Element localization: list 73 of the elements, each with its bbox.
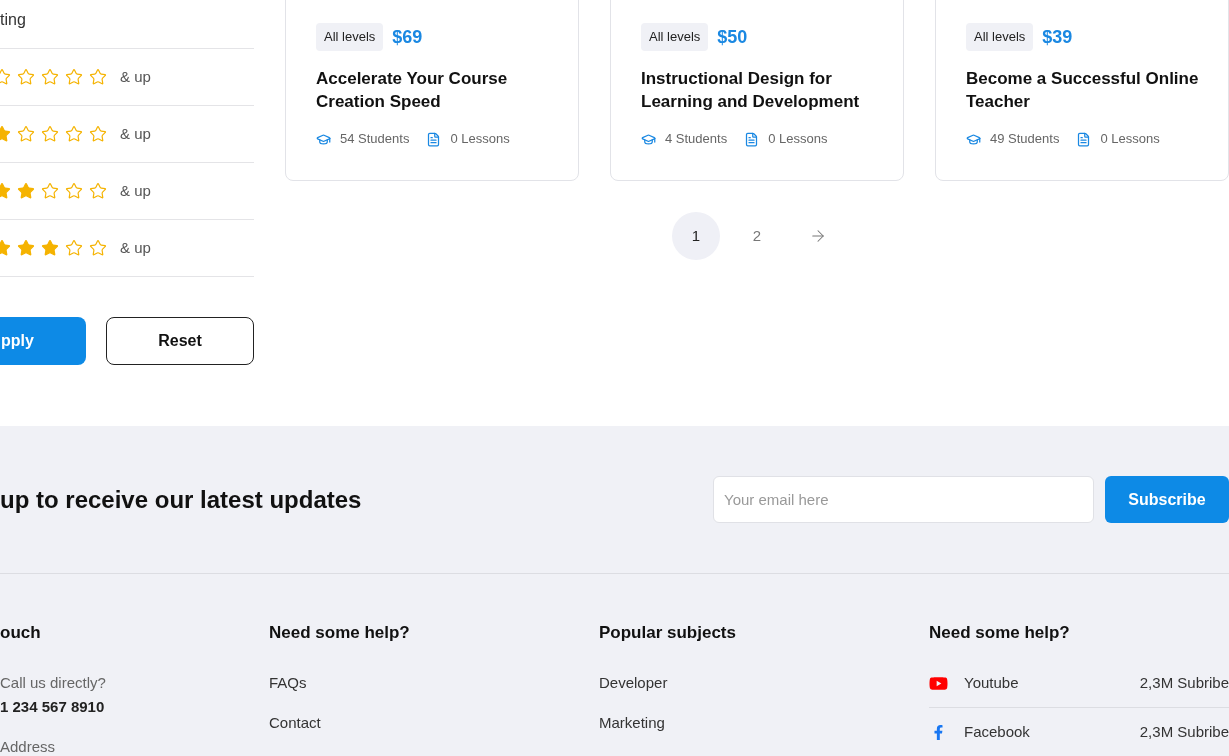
subscriber-count: 2,3M Subribe <box>1139 722 1229 743</box>
filter-heading: ting <box>0 11 26 28</box>
level-badge: All levels <box>316 23 384 51</box>
page-button[interactable]: 2 <box>733 212 781 260</box>
star-rating[interactable] <box>0 182 107 200</box>
footer-link[interactable]: Contact <box>269 711 321 735</box>
rating-label: & up <box>120 180 151 201</box>
rating-label: & up <box>120 237 151 258</box>
social-link[interactable]: Youtube <box>964 671 1019 695</box>
students-count: 54 Students <box>340 130 410 149</box>
reset-button[interactable]: Reset <box>106 317 254 365</box>
star-icon <box>17 125 35 143</box>
footer-link[interactable]: Marketing <box>599 711 665 735</box>
students-count: 4 Students <box>665 130 728 149</box>
document-icon <box>426 131 442 147</box>
students-count: 49 Students <box>990 130 1060 149</box>
lessons-count: 0 Lessons <box>1100 130 1160 149</box>
footer-link[interactable]: FAQs <box>269 671 307 695</box>
star-icon <box>17 182 35 200</box>
contact-label: Address <box>0 737 57 756</box>
star-icon <box>65 68 83 86</box>
lessons-count: 0 Lessons <box>768 130 828 149</box>
graduation-cap-icon <box>316 131 331 147</box>
page-button[interactable]: 1 <box>672 212 720 260</box>
rating-label: & up <box>120 66 151 87</box>
course-title[interactable]: Accelerate Your Course Creation Speed <box>316 67 556 113</box>
star-icon <box>65 239 83 257</box>
course-title[interactable]: Instructional Design for Learning and Development <box>641 67 881 113</box>
star-icon <box>89 68 107 86</box>
newsletter-heading: up to receive our latest updates <box>0 484 362 515</box>
course-price: $69 <box>392 25 423 49</box>
subscriber-count: 2,3M Subribe <box>1139 672 1229 693</box>
star-icon <box>41 125 59 143</box>
footer-link[interactable]: Developer <box>599 671 668 695</box>
lessons-count: 0 Lessons <box>450 130 510 149</box>
phone-number: 1 234 567 8910 <box>0 697 106 717</box>
star-icon <box>41 68 59 86</box>
level-badge: All levels <box>641 23 709 51</box>
document-icon <box>744 131 760 147</box>
footer-heading: Need some help? <box>269 622 411 644</box>
footer-heading: Need some help? <box>929 622 1071 644</box>
level-badge: All levels <box>966 23 1034 51</box>
star-rating[interactable] <box>0 239 107 257</box>
facebook-icon <box>931 725 946 740</box>
star-icon <box>89 125 107 143</box>
star-icon <box>17 239 35 257</box>
apply-button[interactable]: pply <box>0 317 86 365</box>
course-price: $50 <box>717 25 748 49</box>
social-link[interactable]: Facebook <box>964 721 1030 744</box>
footer-heading: ouch <box>0 622 42 644</box>
star-rating[interactable] <box>0 68 107 86</box>
course-price: $39 <box>1042 25 1073 49</box>
contact-label: Call us directly? <box>0 673 107 693</box>
arrow-right-icon <box>809 227 827 245</box>
star-icon <box>17 68 35 86</box>
email-field[interactable]: Your email here <box>713 476 1094 523</box>
graduation-cap-icon <box>641 131 656 147</box>
course-card[interactable]: All levels $50 Instructional Design for Learning and Development 4 Students 0 Lessons <box>610 0 904 181</box>
graduation-cap-icon <box>966 131 981 147</box>
course-card[interactable]: All levels $39 Become a Successful Online Teacher 49 Students 0 Lessons <box>935 0 1229 181</box>
star-icon <box>41 182 59 200</box>
star-icon <box>65 125 83 143</box>
star-rating[interactable] <box>0 125 107 143</box>
star-icon <box>41 239 59 257</box>
course-title[interactable]: Become a Successful Online Teacher <box>966 67 1206 113</box>
rating-label: & up <box>120 123 151 144</box>
star-icon <box>89 239 107 257</box>
subscribe-button[interactable]: Subscribe <box>1105 476 1229 523</box>
star-icon <box>89 182 107 200</box>
course-card[interactable]: All levels $69 Accelerate Your Course Creation Speed 54 Students 0 Lessons <box>285 0 579 181</box>
document-icon <box>1076 131 1092 147</box>
footer-heading: Popular subjects <box>599 622 737 644</box>
star-icon <box>65 182 83 200</box>
